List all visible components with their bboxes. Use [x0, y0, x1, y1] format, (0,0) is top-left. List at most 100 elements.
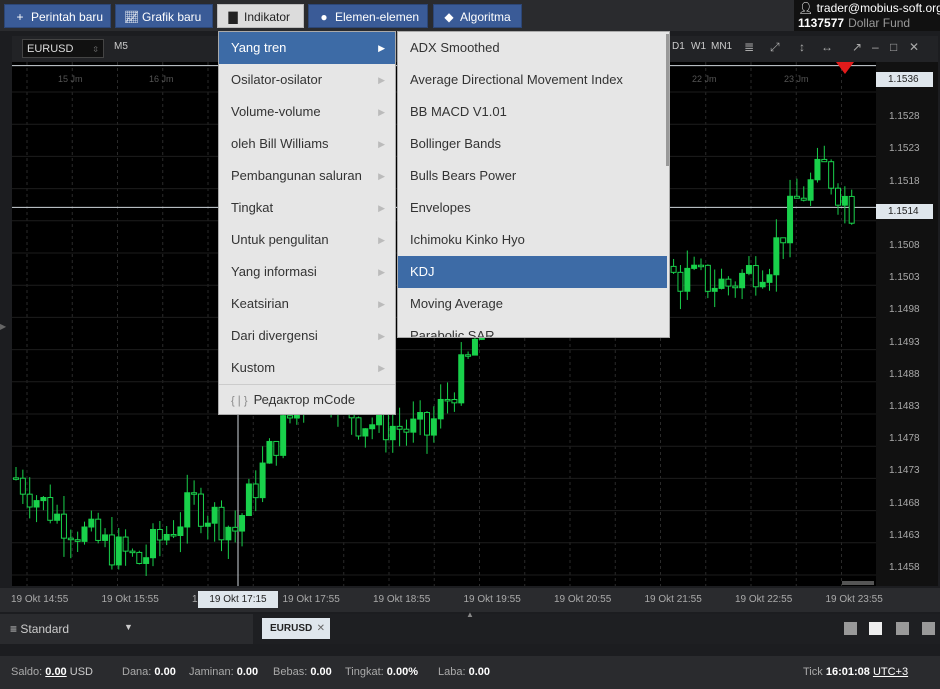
close-icon[interactable]: ✕: [909, 40, 919, 54]
x-tick-label: 19 Okt 20:55: [554, 594, 612, 605]
mcode-editor-item[interactable]: {❘} Редактор mCode: [219, 384, 395, 414]
candle-body: [287, 415, 293, 419]
code-braces-icon: {❘}: [231, 395, 248, 407]
maximize-icon[interactable]: □: [890, 40, 897, 54]
candle-body: [143, 557, 150, 564]
layout-single-icon[interactable]: [844, 622, 857, 635]
diamond-icon: ◆: [444, 10, 454, 24]
menu-item-indicator[interactable]: BB MACD V1.01: [398, 96, 667, 128]
x-tick-label: 19 Okt 17:55: [282, 594, 340, 605]
x-tick-label: 19 Okt 19:55: [463, 594, 521, 605]
fibonacci-icon[interactable]: ≣: [744, 40, 754, 54]
y-tick-label: 1.1498: [889, 304, 920, 316]
crosshair-time-badge: 19 Okt 17:15: [198, 591, 278, 608]
symbol-selector[interactable]: EURUSD ⇳: [22, 39, 104, 58]
chevron-down-icon[interactable]: ▼: [124, 622, 133, 632]
vertical-line-icon[interactable]: ↕: [799, 40, 805, 54]
layout-rows-icon[interactable]: [922, 622, 935, 635]
chart-tab-eurusd[interactable]: EURUSD ✕: [262, 618, 330, 639]
new-order-button[interactable]: + Perintah baru: [4, 4, 111, 28]
menu-item-indicator[interactable]: Parabolic SAR: [398, 320, 667, 337]
y-tick-label: 1.1478: [889, 433, 920, 445]
chart-icon: 📈︎: [124, 10, 140, 24]
level-value: 0.00%: [386, 666, 418, 678]
menu-item-indicator[interactable]: Ichimoku Kinko Hyo: [398, 224, 667, 256]
timeframe-label[interactable]: M5: [114, 41, 128, 52]
elements-button[interactable]: ● Elemen-elemen: [308, 4, 428, 28]
timeframe-d1[interactable]: D1: [672, 41, 685, 52]
y-tick-label: 1.1473: [889, 465, 920, 477]
menu-item-category[interactable]: Volume-volume ▶: [219, 96, 395, 128]
candle-body: [88, 518, 95, 528]
candle-body: [417, 412, 424, 420]
new-chart-button[interactable]: 📈︎ Grafik baru: [115, 4, 213, 28]
menu-item-category[interactable]: Pembangunan saluran ▶: [219, 160, 395, 192]
menu-item-category[interactable]: Dari divergensi ▶: [219, 320, 395, 352]
layout-selector[interactable]: ≡ Standard: [10, 622, 69, 636]
menu-item-indicator[interactable]: Average Directional Movement Index: [398, 64, 667, 96]
menu-item-indicator[interactable]: ADX Smoothed: [398, 32, 667, 64]
candle-body: [204, 522, 211, 527]
layout-columns-icon[interactable]: [896, 622, 909, 635]
candle-body: [122, 536, 129, 552]
chart-scrollbar[interactable]: [842, 581, 874, 585]
indicators-button[interactable]: ▇ Indikator: [217, 4, 304, 28]
candle-body: [232, 526, 239, 532]
detach-icon[interactable]: ↗: [852, 40, 862, 54]
layout-grid-icon[interactable]: [869, 622, 882, 635]
collapse-icon[interactable]: ▲: [466, 610, 474, 619]
y-tick-label: 1.1458: [889, 562, 920, 573]
timezone-selector[interactable]: UTC+3: [873, 666, 908, 678]
submenu-arrow-icon: ▶: [378, 171, 385, 181]
diagonal-line-icon[interactable]: ⤢: [770, 40, 780, 55]
candle-body: [369, 424, 376, 430]
close-tab-icon[interactable]: ✕: [317, 618, 325, 639]
menu-item-category[interactable]: Yang tren ▶: [219, 32, 395, 64]
menu-item-category[interactable]: Keatsirian ▶: [219, 288, 395, 320]
y-tick-label: 1.1528: [889, 111, 920, 123]
menu-item-category[interactable]: Osilator-osilator ▶: [219, 64, 395, 96]
plus-icon: +: [16, 10, 24, 24]
menu-item-indicator[interactable]: Bollinger Bands: [398, 128, 667, 160]
candle-body: [677, 271, 684, 292]
menu-item-category[interactable]: Yang informasi ▶: [219, 256, 395, 288]
price-axis[interactable]: 1.15331.15281.15231.15181.15131.15081.15…: [876, 62, 938, 586]
candle-body: [787, 195, 794, 244]
balance-value[interactable]: 0.00: [45, 666, 66, 678]
candle-body: [424, 412, 430, 436]
candle-body: [245, 483, 252, 517]
funds-value: 0.00: [154, 666, 176, 678]
menu-item-indicator[interactable]: Envelopes: [398, 192, 667, 224]
free-value: 0.00: [310, 666, 332, 678]
candle-body: [67, 537, 74, 541]
candle-body: [33, 500, 40, 508]
minimize-icon[interactable]: –: [872, 40, 879, 54]
candle-body: [430, 418, 437, 436]
candle-body: [95, 518, 102, 541]
submenu-arrow-icon: ▶: [378, 331, 385, 341]
submenu-scrollbar[interactable]: [666, 34, 669, 166]
menu-item-indicator[interactable]: Bulls Bears Power: [398, 160, 667, 192]
candle-body: [458, 354, 465, 404]
timeframe-mn1[interactable]: MN1: [711, 41, 732, 52]
candle-body: [259, 462, 266, 499]
algorithm-button[interactable]: ◆ Algoritma: [433, 4, 522, 28]
candle-body: [252, 483, 259, 499]
candle-body: [396, 425, 403, 430]
account-panel[interactable]: 👤︎ trader@mobius-soft.org 1137577 Dollar …: [794, 0, 940, 31]
candle-body: [848, 195, 855, 224]
time-axis[interactable]: 19 Okt 14:5519 Okt 15:5519 Okt 16:5519 O…: [0, 588, 940, 612]
menu-item-category[interactable]: oleh Bill Williams ▶: [219, 128, 395, 160]
menu-item-indicator[interactable]: Moving Average: [398, 288, 667, 320]
candle-body: [814, 158, 821, 181]
y-tick-label: 1.1493: [889, 336, 920, 348]
menu-item-indicator[interactable]: KDJ: [398, 256, 667, 288]
horizontal-line-icon[interactable]: ↔: [821, 40, 833, 54]
menu-item-category[interactable]: Untuk pengulitan ▶: [219, 224, 395, 256]
menu-item-category[interactable]: Kustom ▶: [219, 352, 395, 384]
menu-item-category[interactable]: Tingkat ▶: [219, 192, 395, 224]
timeframe-w1[interactable]: W1: [691, 41, 706, 52]
submenu-arrow-icon: ▶: [378, 267, 385, 277]
candle-body: [745, 265, 752, 274]
left-expand-icon[interactable]: ▶: [0, 322, 6, 331]
